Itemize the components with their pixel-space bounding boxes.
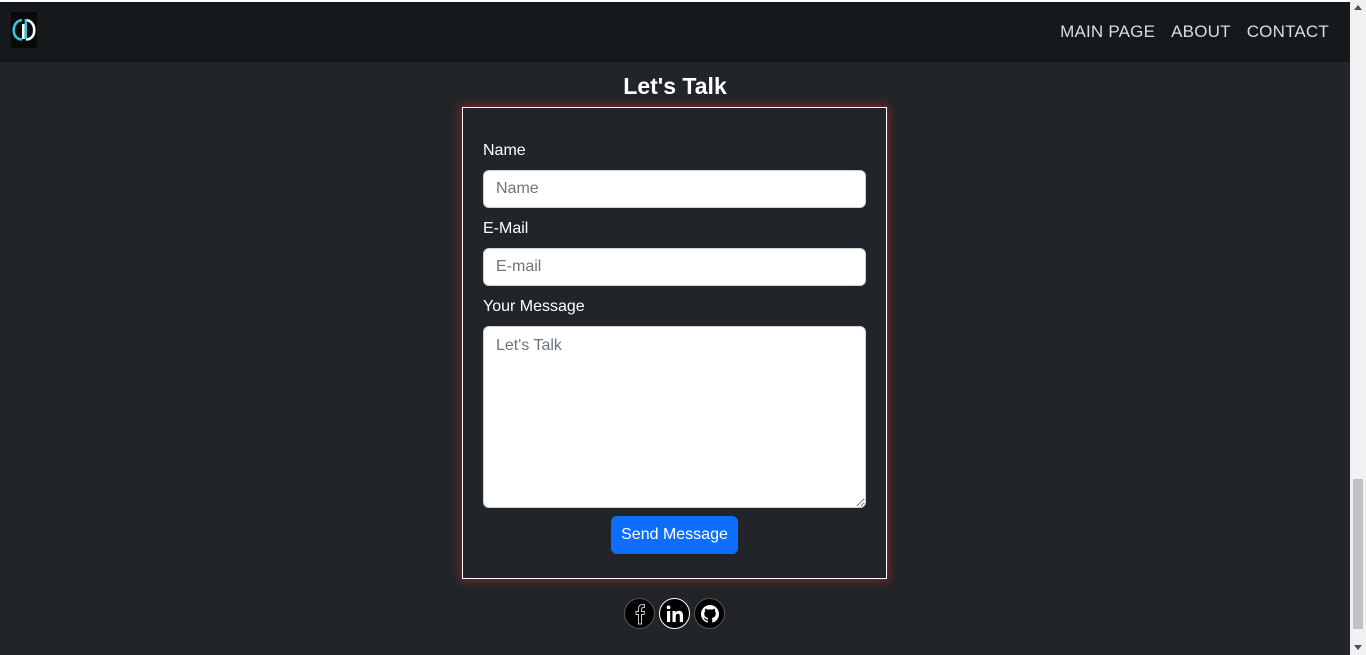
email-label: E-Mail: [483, 220, 529, 237]
navbar: MAIN PAGE ABOUT CONTACT: [0, 2, 1350, 62]
github-icon[interactable]: [694, 598, 725, 629]
name-input[interactable]: [483, 170, 866, 208]
nav-links: MAIN PAGE ABOUT CONTACT: [1060, 21, 1329, 43]
scroll-thumb[interactable]: [1353, 479, 1363, 629]
contact-form: Name E-Mail Your Message Send Message: [462, 107, 887, 579]
nav-link-main-page[interactable]: MAIN PAGE: [1060, 21, 1155, 43]
facebook-icon[interactable]: [624, 598, 655, 629]
email-input[interactable]: [483, 248, 866, 286]
page-scrollbar[interactable]: [1350, 0, 1366, 655]
send-message-button[interactable]: Send Message: [611, 516, 738, 554]
name-label: Name: [483, 142, 526, 159]
social-links: [624, 598, 725, 629]
nav-link-contact[interactable]: CONTACT: [1247, 21, 1329, 43]
page-title: Let's Talk: [623, 73, 727, 99]
message-textarea[interactable]: [483, 326, 866, 508]
nav-link-about[interactable]: ABOUT: [1171, 21, 1231, 43]
linkedin-icon[interactable]: [659, 598, 690, 629]
message-label: Your Message: [483, 298, 585, 315]
brand-logo-icon[interactable]: [11, 12, 37, 48]
scroll-up-icon[interactable]: [1354, 5, 1362, 10]
scroll-down-icon[interactable]: [1354, 645, 1362, 650]
